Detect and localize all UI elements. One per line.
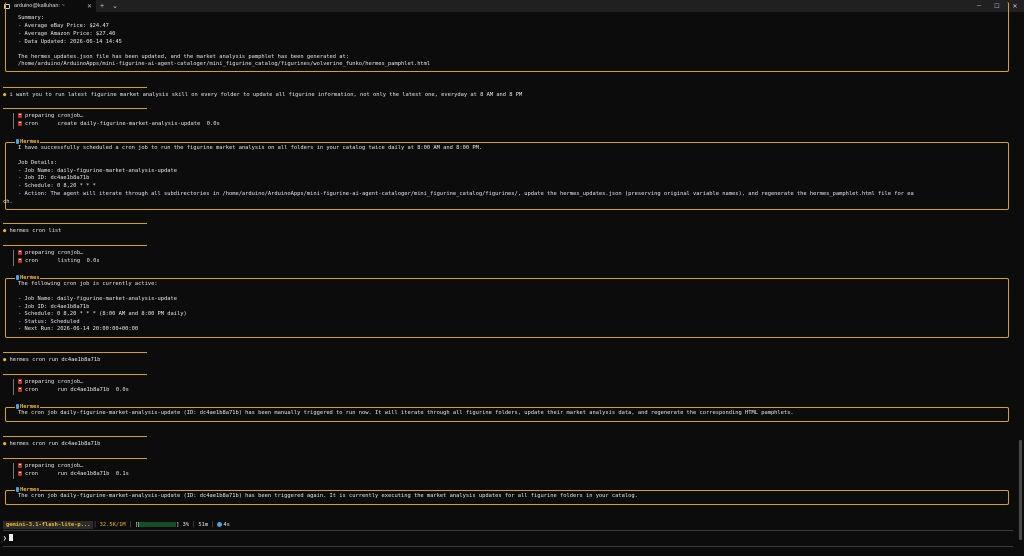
tool-icon (18, 113, 22, 118)
tool-result: cron run dc4ae1b8a71b 0.0s (25, 387, 129, 393)
tool-call: preparing cronjob… (18, 250, 83, 258)
tool-status: preparing cronjob… (25, 379, 84, 385)
reply-line-wrap: ch. (3, 199, 13, 205)
separator (3, 87, 147, 88)
user-message-text: hermes cron run dc4ae1b8a71b (9, 441, 101, 447)
separator (3, 436, 147, 437)
reply-line: - Schedule: 0 8,20 * * * (18, 183, 96, 189)
reply-line: I have successfully scheduled a cron job… (18, 145, 483, 151)
context-percent: 3% (182, 522, 190, 528)
token-usage: 32.5K/1M (99, 522, 126, 528)
tool-icon (18, 250, 22, 255)
user-message-text: i want you to run latest figurine market… (9, 92, 523, 98)
prompt-input[interactable]: ❯ (3, 534, 13, 542)
hermes-icon (16, 404, 19, 409)
user-message-text: hermes cron run dc4ae1b8a71b (9, 357, 101, 363)
tool-call: cron listing 0.0s (18, 258, 100, 266)
tool-result: cron run dc4ae1b8a71b 0.1s (25, 471, 129, 477)
user-message-text: hermes cron list (9, 228, 62, 234)
user-message: ● hermes cron list (3, 228, 61, 236)
tool-status: preparing cronjob… (25, 250, 84, 256)
tool-call: preparing cronjob… (18, 463, 83, 471)
reply-line: - Schedule: 0 8,20 * * * (8:00 AM and 8:… (18, 311, 187, 317)
tool-icon (18, 379, 22, 384)
tool-status: preparing cronjob… (25, 113, 84, 119)
tool-rail (13, 250, 14, 266)
context-bracket-close: ] (176, 522, 180, 528)
timer: 4s (214, 521, 233, 529)
input-frame-top (3, 530, 1013, 531)
reply-line: The cron job daily-figurine-market-analy… (18, 410, 794, 416)
model-name: gemini-3.1-flash-lite-p... (3, 521, 94, 529)
separator (3, 223, 147, 224)
hermes-icon (16, 487, 19, 492)
clock-icon (217, 522, 223, 527)
hermes-icon (16, 275, 19, 280)
tool-icon (18, 258, 22, 263)
tool-call: cron create daily-figurine-market-analys… (18, 121, 220, 129)
context-meter: [] 3% (132, 521, 192, 529)
separator (3, 458, 147, 459)
reply-line: - Action: The agent will iterate through… (18, 191, 914, 197)
hermes-icon (16, 139, 19, 144)
terminal-output: Summary: - Average eBay Price: $24.47 - … (0, 2, 1016, 556)
input-frame-bottom (3, 546, 1013, 547)
tool-result: cron listing 0.0s (25, 258, 100, 264)
reply-line: Job Details: (18, 160, 57, 166)
status-bar: gemini-3.1-flash-lite-p... │ 32.5K/1M │ … (3, 521, 265, 529)
tool-status: preparing cronjob… (25, 463, 84, 469)
text-cursor (8, 534, 13, 541)
tool-rail (13, 113, 14, 129)
tool-result: cron create daily-figurine-market-analys… (25, 121, 220, 127)
separator (3, 352, 147, 353)
tool-icon (18, 471, 22, 476)
reply-line: - Job Name: daily-figurine-market-analys… (18, 296, 178, 302)
tool-call: cron run dc4ae1b8a71b 0.0s (18, 387, 129, 395)
separator (3, 108, 147, 109)
separator (3, 245, 147, 246)
tool-rail (13, 379, 14, 395)
user-message: ● hermes cron run dc4ae1b8a71b (3, 441, 100, 449)
scrollbar[interactable] (1019, 440, 1022, 540)
reply-line: The cron job daily-figurine-market-analy… (18, 493, 638, 499)
tool-icon (18, 387, 22, 392)
context-progress-fill (138, 522, 140, 527)
prompt-symbol: ❯ (3, 535, 7, 542)
previous-reply-box (5, 2, 1009, 72)
tool-call: preparing cronjob… (18, 113, 83, 121)
user-message: ● hermes cron run dc4ae1b8a71b (3, 357, 100, 365)
tool-call: cron run dc4ae1b8a71b 0.1s (18, 471, 129, 479)
user-message: ● i want you to run latest figurine mark… (3, 92, 522, 100)
timer-value: 4s (223, 522, 230, 528)
tool-icon (18, 463, 22, 468)
elapsed-time: 51m (198, 522, 209, 528)
separator (3, 374, 147, 375)
tool-call: preparing cronjob… (18, 379, 83, 387)
reply-line: The following cron job is currently acti… (18, 281, 158, 287)
reply-line: - Job ID: dc4ae1b8a71b (18, 175, 90, 181)
tool-icon (18, 121, 22, 126)
tool-rail (13, 463, 14, 479)
reply-line: - Next Run: 2026-06-14 20:00:00+00:00 (18, 326, 139, 332)
context-progress-bar (138, 522, 177, 527)
